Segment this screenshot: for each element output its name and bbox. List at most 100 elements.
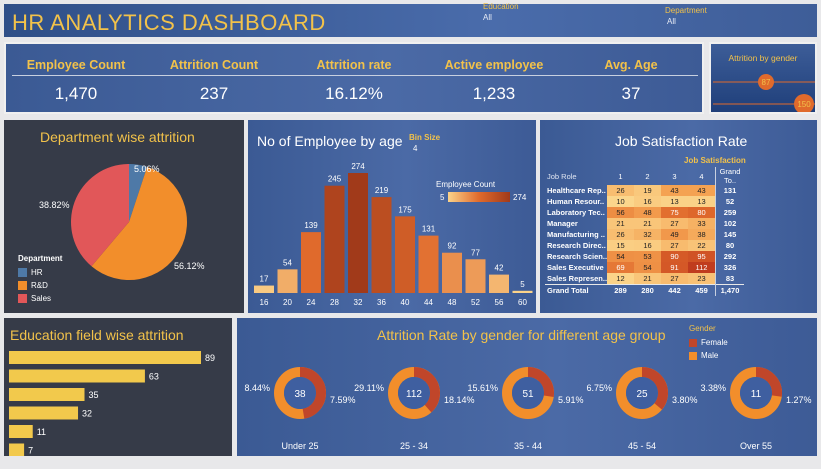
legend-item-hr[interactable]: HR	[18, 266, 51, 279]
table-row[interactable]: Human Resour.. 10 16 13 13 52	[545, 196, 744, 207]
age-bar[interactable]	[465, 259, 486, 293]
satisfaction-cell: 75	[661, 207, 688, 218]
age-bar[interactable]	[371, 197, 392, 293]
age-bar[interactable]	[277, 269, 298, 293]
legend-label-sales: Sales	[31, 294, 52, 303]
column-header: 2	[645, 171, 650, 181]
age-bar[interactable]	[395, 216, 415, 293]
education-filter-value[interactable]: All	[483, 13, 492, 22]
age-tick-label: 52	[471, 298, 480, 307]
satisfaction-cell: 69	[607, 262, 634, 273]
age-bar-label: 77	[471, 248, 480, 257]
satisfaction-cell: 21	[607, 218, 634, 229]
table-row[interactable]: Manufacturing .. 26 32 49 38 145	[545, 229, 744, 240]
satisfaction-cell: 21	[634, 273, 661, 285]
grand-total-header: Grand To..	[715, 167, 744, 185]
age-bar[interactable]	[442, 252, 462, 293]
age-bar-label: 5	[520, 280, 525, 289]
satisfaction-cell: 26	[607, 229, 634, 240]
education-field-bar[interactable]	[9, 425, 33, 438]
age-bar[interactable]	[418, 235, 439, 293]
job-satisfaction-table: Job Role 1 2 3 4 Grand To.. Healthcare R…	[545, 167, 744, 296]
legend-item-rnd[interactable]: R&D	[18, 279, 51, 292]
satisfaction-cell: 38	[688, 229, 716, 240]
table-row[interactable]: Laboratory Tec.. 56 48 75 80 259	[545, 207, 744, 218]
donut-count: 11	[751, 389, 762, 400]
table-row[interactable]: Research Direc.. 15 16 27 22 80	[545, 240, 744, 251]
education-field-bar[interactable]	[9, 351, 201, 364]
column-header: 4	[699, 171, 704, 181]
age-bar-label: 42	[495, 264, 504, 273]
dashboard-title: HR ANALYTICS DASHBOARD	[12, 10, 326, 35]
table-row[interactable]: Research Scien.. 54 53 90 95 292	[545, 251, 744, 262]
donut-count: 51	[522, 389, 534, 400]
education-filter-label: Education	[483, 2, 519, 11]
age-bar[interactable]	[324, 185, 345, 293]
age-tick-label: 48	[448, 298, 457, 307]
age-tick-label: 32	[354, 298, 363, 307]
donut-left-pct: 6.75%	[586, 383, 612, 393]
age-bar-label: 274	[351, 162, 365, 171]
department-filter-label: Department	[665, 6, 707, 15]
satisfaction-cell: 43	[661, 185, 688, 196]
legend-swatch-hr	[18, 268, 27, 278]
male-attrition-value: 150	[797, 100, 811, 109]
department-filter-value[interactable]: All	[667, 17, 676, 26]
age-tick-label: 60	[518, 298, 527, 307]
satisfaction-cell: 21	[634, 218, 661, 229]
age-bar[interactable]	[348, 173, 368, 293]
education-field-bar[interactable]	[9, 443, 25, 457]
donut-age-label: 25 - 34	[400, 441, 428, 451]
job-role-cell: Manager	[547, 219, 578, 228]
age-bar[interactable]	[512, 290, 533, 293]
education-field-value: 7	[28, 446, 33, 456]
satisfaction-cell: 16	[634, 196, 661, 207]
donut-left-pct: 15.61%	[467, 383, 498, 393]
satisfaction-cell: 13	[688, 196, 716, 207]
age-tick-label: 40	[401, 298, 410, 307]
satisfaction-cell: 48	[634, 207, 661, 218]
satisfaction-cell: 23	[688, 273, 716, 285]
kpi-avg-age-value: 37	[621, 84, 641, 103]
donut-right-pct: 5.91%	[558, 395, 584, 405]
legend-item-sales[interactable]: Sales	[18, 292, 51, 305]
age-tick-label: 24	[307, 298, 316, 307]
age-bar[interactable]	[301, 232, 321, 293]
pie-label-rnd: 56.12%	[174, 261, 205, 271]
legend-label-hr: HR	[31, 268, 43, 277]
table-row[interactable]: Manager 21 21 27 33 102	[545, 218, 744, 229]
education-field-bar[interactable]	[9, 388, 85, 401]
education-field-bar[interactable]	[9, 369, 145, 383]
grand-total-overall: 1,470	[715, 284, 744, 296]
grand-total-cell: 280	[641, 286, 654, 295]
age-bar-label: 175	[398, 205, 412, 214]
table-row[interactable]: Healthcare Rep.. 26 19 43 43 131	[545, 185, 744, 196]
kpi-avg-age-label: Avg. Age	[604, 58, 658, 72]
job-satisfaction-title: Job Satisfaction Rate	[615, 133, 748, 149]
satisfaction-cell: 91	[661, 262, 688, 273]
attrition-by-gender-panel: Attrition by gender 87 150	[709, 42, 817, 114]
satisfaction-cell: 19	[634, 185, 661, 196]
satisfaction-cell: 49	[661, 229, 688, 240]
department-attrition-panel: Department wise attrition 5.06% 56.12% 3…	[4, 120, 244, 313]
age-bar[interactable]	[254, 285, 274, 293]
education-field-value: 63	[149, 372, 159, 382]
department-legend-title: Department	[18, 254, 63, 263]
donut-age-label: 35 - 44	[514, 441, 542, 451]
dashboard-header: HR ANALYTICS DASHBOARD Education All Dep…	[4, 2, 817, 37]
job-role-cell: Sales Represen..	[547, 274, 607, 283]
satisfaction-cell: 90	[661, 251, 688, 262]
table-row[interactable]: Sales Executive 69 54 91 112 326	[545, 262, 744, 273]
age-tick-label: 16	[260, 298, 269, 307]
satisfaction-cell: 10	[607, 196, 634, 207]
satisfaction-cell: 32	[634, 229, 661, 240]
age-bar[interactable]	[489, 274, 509, 293]
education-field-bar[interactable]	[9, 406, 79, 420]
attrition-by-gender-chart: 87 150	[713, 74, 815, 112]
row-total-cell: 102	[715, 218, 744, 229]
donut-age-label: 45 - 54	[628, 441, 656, 451]
row-total-cell: 259	[715, 207, 744, 218]
job-satisfaction-panel: Job Satisfaction Rate Job Satisfaction J…	[540, 120, 817, 313]
table-row[interactable]: Sales Represen.. 12 21 27 23 83	[545, 273, 744, 285]
job-role-cell: Manufacturing ..	[547, 230, 605, 239]
